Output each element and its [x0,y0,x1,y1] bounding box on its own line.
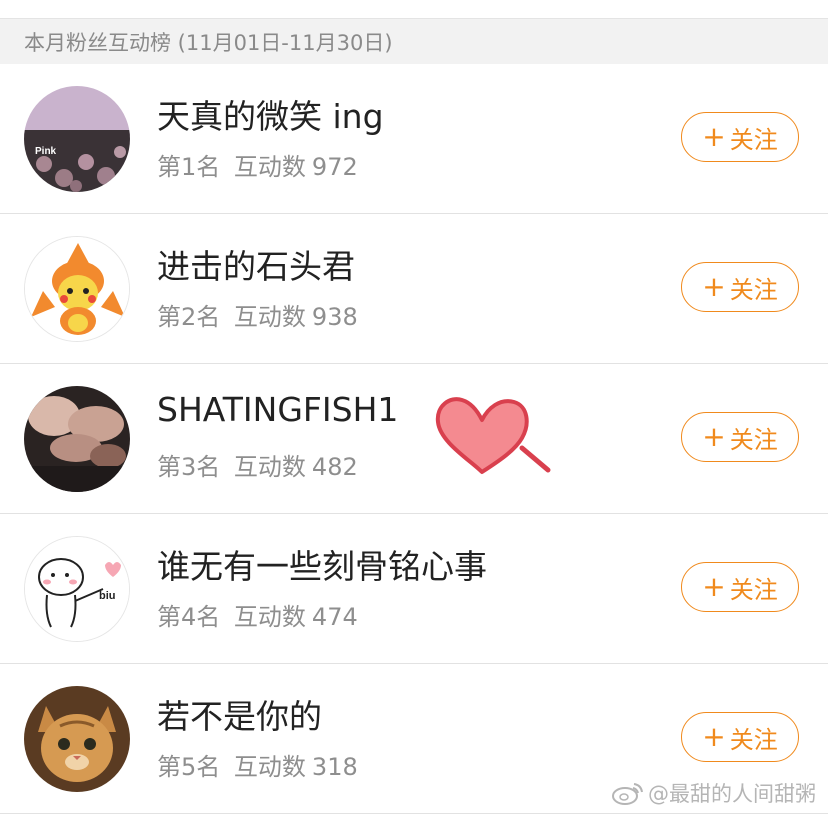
avatar[interactable] [24,236,130,342]
heart-icon [435,397,551,474]
interaction-count: 474 [311,603,358,631]
fan-meta: 第4名 互动数 474 [157,597,364,632]
plus-icon: + [702,120,726,153]
section-header: 本月粉丝互动榜 (11月01日-11月30日) [0,19,828,64]
avatar-doodle-text: biu [99,590,116,602]
avatar[interactable]: Pink [24,86,130,192]
fan-name[interactable]: 谁无有一些刻骨铭心事 [157,540,487,588]
interaction-count: 938 [311,303,358,331]
avatar[interactable] [24,386,130,492]
watermark: @最甜的人间甜粥 [612,778,816,808]
plus-icon: + [702,270,726,303]
fan-list: Pink 天真的微笑 ing 第1名 互动数 972 + 关注 进击的石头君 第… [0,64,828,814]
plus-icon: + [702,420,726,453]
fan-name[interactable]: 天真的微笑 ing [157,90,384,138]
follow-button[interactable]: + 关注 [681,112,799,162]
doodle-character-avatar-icon: biu [25,537,129,641]
follow-button[interactable]: + 关注 [681,712,799,762]
interaction-label: 互动数 [233,753,306,781]
rank-label: 第3名 [157,453,221,481]
follow-label: 关注 [729,425,778,454]
section-title: 本月粉丝互动榜 (11月01日-11月30日) [24,30,393,55]
pink-flowers-avatar-icon: Pink [24,86,130,192]
interaction-label: 互动数 [233,153,306,181]
interaction-label: 互动数 [233,303,306,331]
top-strip [0,0,828,19]
follow-button[interactable]: + 关注 [681,412,799,462]
fan-meta: 第5名 互动数 318 [157,747,364,782]
interaction-count: 318 [311,753,358,781]
interaction-count: 482 [311,453,358,481]
hands-photo-avatar-icon [24,386,130,492]
weibo-icon [612,783,643,805]
plus-icon: + [702,720,726,753]
avatar[interactable]: biu [24,536,130,642]
list-item[interactable]: SHATINGFISH1 第3名 互动数 482 + 关注 [0,364,828,514]
rank-label: 第5名 [157,753,221,781]
pikachu-costume-avatar-icon [25,237,129,341]
fan-meta: 第3名 互动数 482 [157,447,364,482]
fan-meta: 第1名 互动数 972 [157,147,364,182]
rank-label: 第4名 [157,603,221,631]
avatar-logo-text: Pink [35,146,57,157]
interaction-label: 互动数 [233,453,306,481]
fan-name[interactable]: 进击的石头君 [157,240,355,288]
list-item[interactable]: Pink 天真的微笑 ing 第1名 互动数 972 + 关注 [0,64,828,214]
watermark-text: @最甜的人间甜粥 [648,782,816,806]
list-item[interactable]: 进击的石头君 第2名 互动数 938 + 关注 [0,214,828,364]
fan-name[interactable]: 若不是你的 [157,690,322,738]
avatar[interactable] [24,686,130,792]
follow-label: 关注 [729,725,778,754]
list-item[interactable]: biu 谁无有一些刻骨铭心事 第4名 互动数 474 + 关注 [0,514,828,664]
fan-meta: 第2名 互动数 938 [157,297,364,332]
interaction-count: 972 [311,153,358,181]
follow-button[interactable]: + 关注 [681,562,799,612]
follow-label: 关注 [729,575,778,604]
follow-label: 关注 [729,275,778,304]
rank-label: 第2名 [157,303,221,331]
interaction-label: 互动数 [233,603,306,631]
rank-label: 第1名 [157,153,221,181]
follow-button[interactable]: + 关注 [681,262,799,312]
tabby-cat-avatar-icon [24,686,130,792]
follow-label: 关注 [729,125,778,154]
fan-name[interactable]: SHATINGFISH1 [157,390,398,429]
plus-icon: + [702,570,726,603]
